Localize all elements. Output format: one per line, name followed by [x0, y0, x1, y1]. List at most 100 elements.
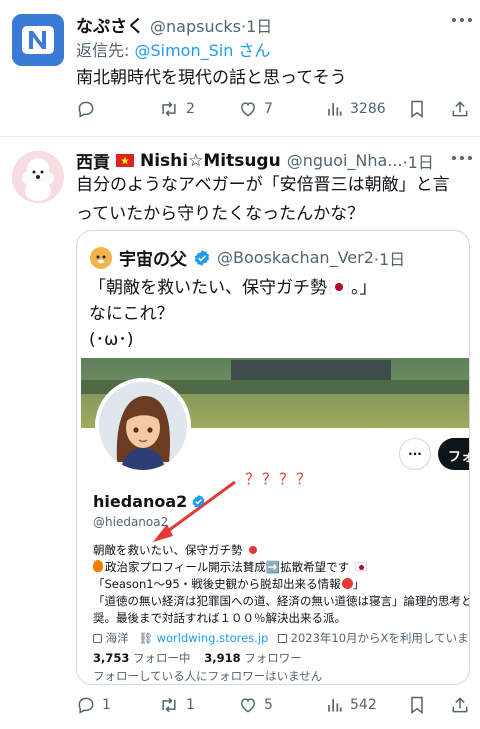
quoted-text-line-1: 「朝敵を救いたい、保守ガチ勢 [89, 278, 327, 298]
author-name-2[interactable]: Nishi☆Mitsugu [140, 151, 281, 171]
anime-girl-avatar-icon [99, 382, 187, 470]
retweet-button[interactable]: 1 [158, 695, 195, 715]
retweet-count: 1 [186, 697, 195, 713]
verified-badge-icon [194, 249, 210, 266]
author-handle[interactable]: @nguoi_Nha... [287, 151, 403, 170]
quoted-tweet-card[interactable]: 宇宙の父 @Booskachan_Ver2 ·1日 「朝敵を救いたい、保守ガチ勢… [76, 230, 470, 685]
action-bar: 1 1 5 542 [76, 695, 468, 719]
like-count: 5 [264, 697, 273, 713]
share-icon [452, 101, 468, 117]
bio-line-2-text: 政治家プロフィール開示法賛成➡️拡散希望です [105, 560, 350, 574]
retweet-icon [162, 101, 176, 117]
reply-suffix: さん [233, 41, 271, 60]
quoted-post-time[interactable]: ·1日 [374, 246, 405, 270]
profile-screenshot-image[interactable]: ··· フォ ？？？？ hiedanoa2 @hiedanoa2 朝敵を救いたい… [81, 358, 469, 684]
share-button[interactable] [450, 99, 470, 119]
tweet-text: 自分のようなアベガーが「安倍晋三は朝敵」と言 っていたから守りたくなったんかな？ [76, 171, 450, 229]
avatar[interactable] [89, 246, 113, 270]
quoted-text-line-1-end: 。」 [351, 278, 377, 298]
followers-label: フォロワー [244, 651, 302, 665]
avatar[interactable] [12, 151, 64, 203]
tweet-1[interactable]: なぷさく @napsucks ·1日 返信先: @Simon_Sin さん 南北… [0, 0, 480, 135]
profile-location: 海洋 [105, 631, 129, 645]
retweet-icon [162, 697, 176, 713]
author-name[interactable]: なぷさく [76, 12, 144, 37]
heart-icon [240, 102, 256, 117]
tweet-text: 南北朝時代を現代の話と思ってそう [76, 68, 347, 88]
quoted-text-line-3: (･ω･) [89, 330, 134, 350]
verified-badge-icon [192, 494, 205, 509]
emoji-icon [341, 578, 353, 589]
bookmark-button[interactable] [408, 695, 426, 715]
profile-avatar [95, 378, 191, 474]
views-button[interactable]: 3286 [324, 99, 386, 119]
reply-context: 返信先: @Simon_Sin さん [76, 37, 270, 61]
profile-link: worldwing.stores.jp [156, 631, 269, 645]
link-icon: ⛓ [138, 631, 153, 645]
avatar[interactable] [12, 14, 64, 66]
view-count: 3286 [350, 101, 386, 117]
view-count: 542 [350, 697, 377, 713]
retweet-count: 2 [186, 101, 195, 117]
bookmark-button[interactable] [408, 99, 426, 119]
post-time[interactable]: ·1日 [403, 149, 434, 173]
retweet-button[interactable]: 2 [158, 99, 195, 119]
quoted-text-line-2: なにこれ？ [89, 304, 174, 324]
quoted-author-name[interactable]: 宇宙の父 [119, 245, 187, 270]
bio-line-3-text: 「Season1〜95・戦後史観から脱却出来る情報 [93, 577, 341, 591]
reply-button[interactable] [76, 99, 96, 119]
profile-meta: 海洋 ⛓ worldwing.stores.jp 2023年10月からXを利用し… [93, 630, 469, 646]
author-handle[interactable]: @napsucks [150, 17, 241, 36]
bio-line-3: 「Season1〜95・戦後史観から脱却出来る情報」 [93, 576, 364, 593]
more-options-icon[interactable] [452, 18, 472, 24]
reply-icon [78, 697, 94, 714]
question-marks-annotation: ？？？？ [245, 470, 314, 488]
red-circle-icon [249, 546, 258, 554]
bio-line-1-text: 朝敵を救いたい、保守ガチ勢 [93, 543, 243, 557]
bio-line-5: 奨。最後まで対話すれば１００％解決出来る派。 [93, 611, 346, 625]
views-button[interactable]: 542 [324, 695, 377, 715]
profile-joined: 2023年10月からXを利用しています [290, 631, 469, 645]
profile-name: hiedanoa2 [93, 492, 206, 511]
followers-you-know-note: フォローしている人にフォロワーはいません [93, 669, 323, 683]
quoted-tweet-text: 「朝敵を救いたい、保守ガチ勢 。」 なにこれ？ (･ω･) [89, 275, 377, 353]
reply-to-link[interactable]: @Simon_Sin [134, 41, 233, 60]
like-button[interactable]: 7 [238, 99, 273, 119]
share-icon [452, 697, 468, 713]
bio-line-2: 政治家プロフィール開示法賛成➡️拡散希望です [93, 559, 367, 576]
bookmark-icon [411, 696, 423, 714]
tweet-text-line-2: っていたから守りたくなったんかな？ [76, 204, 365, 224]
fire-icon [93, 560, 103, 572]
bio-line-1: 朝敵を救いたい、保守ガチ勢 [93, 542, 258, 559]
post-time[interactable]: ·1日 [241, 13, 272, 37]
profile-name-text: hiedanoa2 [93, 492, 188, 511]
share-button[interactable] [450, 695, 470, 715]
followers-count: 3,918 [204, 651, 241, 665]
reply-icon [78, 101, 94, 118]
poodle-avatar-icon [12, 151, 64, 203]
more-options-icon[interactable] [452, 156, 472, 162]
heart-icon [240, 698, 256, 713]
napsucks-logo-icon [12, 14, 64, 66]
views-icon [328, 699, 342, 712]
reply-count: 1 [102, 697, 111, 713]
profile-follow-button: フォ [438, 438, 469, 470]
profile-handle: @hiedanoa2 [93, 515, 169, 529]
quoted-author-handle[interactable]: @Booskachan_Ver2 [217, 248, 374, 267]
profile-more-button: ··· [399, 438, 431, 470]
following-count: 3,753 [93, 651, 130, 665]
bookmark-icon [411, 100, 423, 118]
reply-prefix: 返信先: [76, 41, 135, 60]
action-bar: 2 7 3286 [76, 99, 468, 123]
location-icon [93, 634, 102, 643]
japan-flag-icon [354, 562, 367, 571]
like-count: 7 [264, 101, 273, 117]
follow-counts: 3,753 フォロー中 3,918 フォロワー [93, 650, 302, 666]
views-icon [328, 103, 342, 116]
reply-button[interactable]: 1 [76, 695, 111, 715]
like-button[interactable]: 5 [238, 695, 273, 715]
following-label: フォロー中 [133, 651, 191, 665]
author-name[interactable]: 西貢 [76, 148, 110, 173]
calendar-icon [277, 634, 287, 643]
bio-line-3-close: 」 [352, 577, 365, 591]
